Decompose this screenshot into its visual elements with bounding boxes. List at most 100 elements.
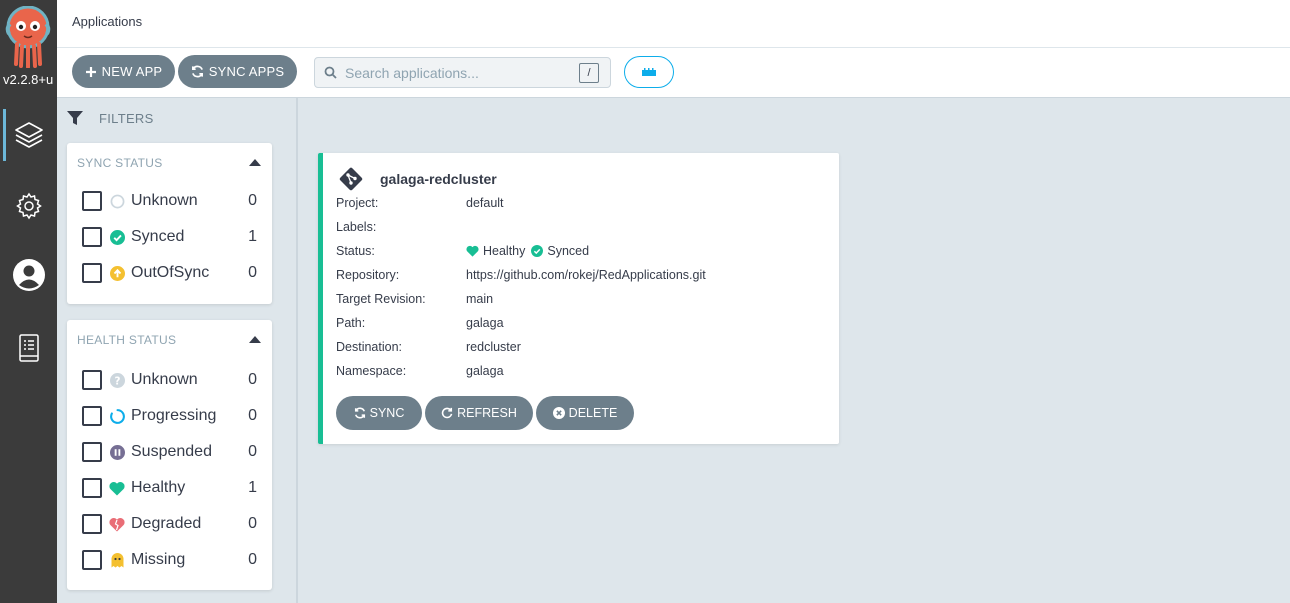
sync-status-title: SYNC STATUS bbox=[77, 156, 163, 170]
search-shortcut-hint: / bbox=[579, 63, 599, 83]
filter-count: 0 bbox=[248, 264, 257, 281]
checkbox[interactable] bbox=[82, 263, 102, 283]
nav-item-settings[interactable] bbox=[0, 180, 57, 232]
new-app-label: NEW APP bbox=[101, 64, 163, 79]
filter-icon[interactable] bbox=[67, 110, 83, 126]
checkbox[interactable] bbox=[82, 227, 102, 247]
left-nav: v2.2.8+u bbox=[0, 0, 57, 603]
card-row-path: Path: galaga bbox=[336, 314, 504, 332]
caret-up-icon[interactable] bbox=[249, 158, 261, 166]
sync-icon bbox=[354, 407, 365, 419]
checkbox[interactable] bbox=[82, 478, 102, 498]
filter-label: Progressing bbox=[131, 407, 217, 424]
card-row-namespace: Namespace: galaga bbox=[336, 362, 504, 380]
sync-icon bbox=[191, 65, 203, 78]
version-label: v2.2.8+u bbox=[3, 72, 54, 87]
filter-count: 0 bbox=[248, 407, 257, 424]
heart-icon bbox=[466, 245, 479, 257]
card-row-destination: Destination: redcluster bbox=[336, 338, 521, 356]
filter-label: Degraded bbox=[131, 515, 202, 532]
toolbar: NEW APP SYNC APPS / bbox=[57, 48, 1290, 98]
row-key: Path: bbox=[336, 316, 366, 330]
health-filter-progressing[interactable]: Progressing 0 bbox=[82, 404, 257, 428]
row-value: main bbox=[466, 292, 494, 306]
health-status-panel: HEALTH STATUS ? Unknown 0 Progressing 0 … bbox=[67, 320, 272, 590]
card-row-repository: Repository: https://github.com/rokej/Red… bbox=[336, 266, 706, 284]
row-key: Target Revision: bbox=[336, 292, 426, 306]
refresh-button[interactable]: REFRESH bbox=[425, 396, 533, 430]
view-toggle-button[interactable] bbox=[624, 56, 674, 88]
filters-header: FILTERS bbox=[67, 110, 154, 126]
book-icon bbox=[18, 334, 39, 362]
health-filter-unknown[interactable]: ? Unknown 0 bbox=[82, 368, 257, 392]
spinner-icon bbox=[109, 408, 125, 424]
health-filter-missing[interactable]: Missing 0 bbox=[82, 548, 257, 572]
filter-label: OutOfSync bbox=[131, 264, 210, 281]
refresh-icon bbox=[441, 407, 453, 419]
status-value: Healthy Synced bbox=[466, 244, 589, 258]
layers-icon bbox=[14, 122, 43, 148]
nav-item-docs[interactable] bbox=[0, 322, 57, 374]
row-value: redcluster bbox=[466, 340, 521, 354]
check-circle-icon bbox=[109, 229, 125, 245]
heart-icon bbox=[109, 480, 125, 496]
sync-status-text: Synced bbox=[547, 244, 590, 258]
checkbox[interactable] bbox=[82, 406, 102, 426]
search-input[interactable] bbox=[345, 63, 575, 83]
caret-up-icon[interactable] bbox=[249, 335, 261, 343]
nav-item-user-info[interactable] bbox=[0, 249, 57, 301]
filters-sidebar: FILTERS SYNC STATUS Unknown 0 Synced 1 O… bbox=[57, 98, 298, 603]
checkbox[interactable] bbox=[82, 370, 102, 390]
filter-count: 0 bbox=[248, 515, 257, 532]
row-key: Repository: bbox=[336, 268, 400, 282]
filter-count: 0 bbox=[248, 551, 257, 568]
nav-item-applications[interactable] bbox=[0, 109, 57, 161]
filter-label: Healthy bbox=[131, 479, 186, 496]
health-filter-suspended[interactable]: Suspended 0 bbox=[82, 440, 257, 464]
search-box[interactable]: / bbox=[314, 57, 611, 88]
filter-label: Unknown bbox=[131, 192, 198, 209]
sync-label: SYNC bbox=[369, 406, 405, 420]
filter-count: 0 bbox=[248, 443, 257, 460]
gear-icon bbox=[15, 192, 42, 220]
health-filter-healthy[interactable]: Healthy 1 bbox=[82, 476, 257, 500]
filter-count: 0 bbox=[248, 371, 257, 388]
card-row-status: Status: Healthy Synced bbox=[336, 242, 589, 260]
app-name[interactable]: galaga-redcluster bbox=[380, 171, 497, 187]
question-circle-icon: ? bbox=[109, 372, 125, 388]
filter-label: Synced bbox=[131, 228, 185, 245]
page-title: Applications bbox=[72, 14, 143, 29]
close-circle-icon bbox=[552, 407, 565, 419]
sync-filter-unknown[interactable]: Unknown 0 bbox=[82, 189, 257, 213]
argo-logo[interactable] bbox=[4, 5, 52, 69]
delete-button[interactable]: DELETE bbox=[536, 396, 634, 430]
health-filter-degraded[interactable]: Degraded 0 bbox=[82, 512, 257, 536]
plus-icon bbox=[85, 66, 96, 77]
checkbox[interactable] bbox=[82, 442, 102, 462]
checkbox[interactable] bbox=[82, 191, 102, 211]
filter-count: 1 bbox=[248, 479, 257, 496]
filter-label: Suspended bbox=[131, 443, 212, 460]
filter-label: Unknown bbox=[131, 371, 198, 388]
git-icon bbox=[339, 167, 363, 191]
sync-apps-button[interactable]: SYNC APPS bbox=[178, 55, 297, 88]
card-row-project: Project: default bbox=[336, 194, 504, 212]
filter-count: 1 bbox=[248, 228, 257, 245]
ruler-icon bbox=[642, 68, 656, 76]
card-row-target-revision: Target Revision: main bbox=[336, 290, 493, 308]
row-key: Destination: bbox=[336, 340, 403, 354]
sync-filter-outofsync[interactable]: OutOfSync 0 bbox=[82, 261, 257, 285]
sync-filter-synced[interactable]: Synced 1 bbox=[82, 225, 257, 249]
sync-button[interactable]: SYNC bbox=[336, 396, 422, 430]
filter-count: 0 bbox=[248, 192, 257, 209]
search-icon bbox=[324, 66, 337, 79]
top-bar: Applications bbox=[57, 0, 1290, 48]
unknown-circle-icon bbox=[109, 193, 125, 209]
new-app-button[interactable]: NEW APP bbox=[72, 55, 175, 88]
pause-circle-icon bbox=[109, 444, 125, 460]
arrow-up-circle-icon bbox=[109, 265, 125, 281]
heart-broken-icon bbox=[109, 516, 125, 532]
application-card[interactable]: galaga-redcluster Project: default Label… bbox=[318, 153, 839, 444]
checkbox[interactable] bbox=[82, 514, 102, 534]
checkbox[interactable] bbox=[82, 550, 102, 570]
